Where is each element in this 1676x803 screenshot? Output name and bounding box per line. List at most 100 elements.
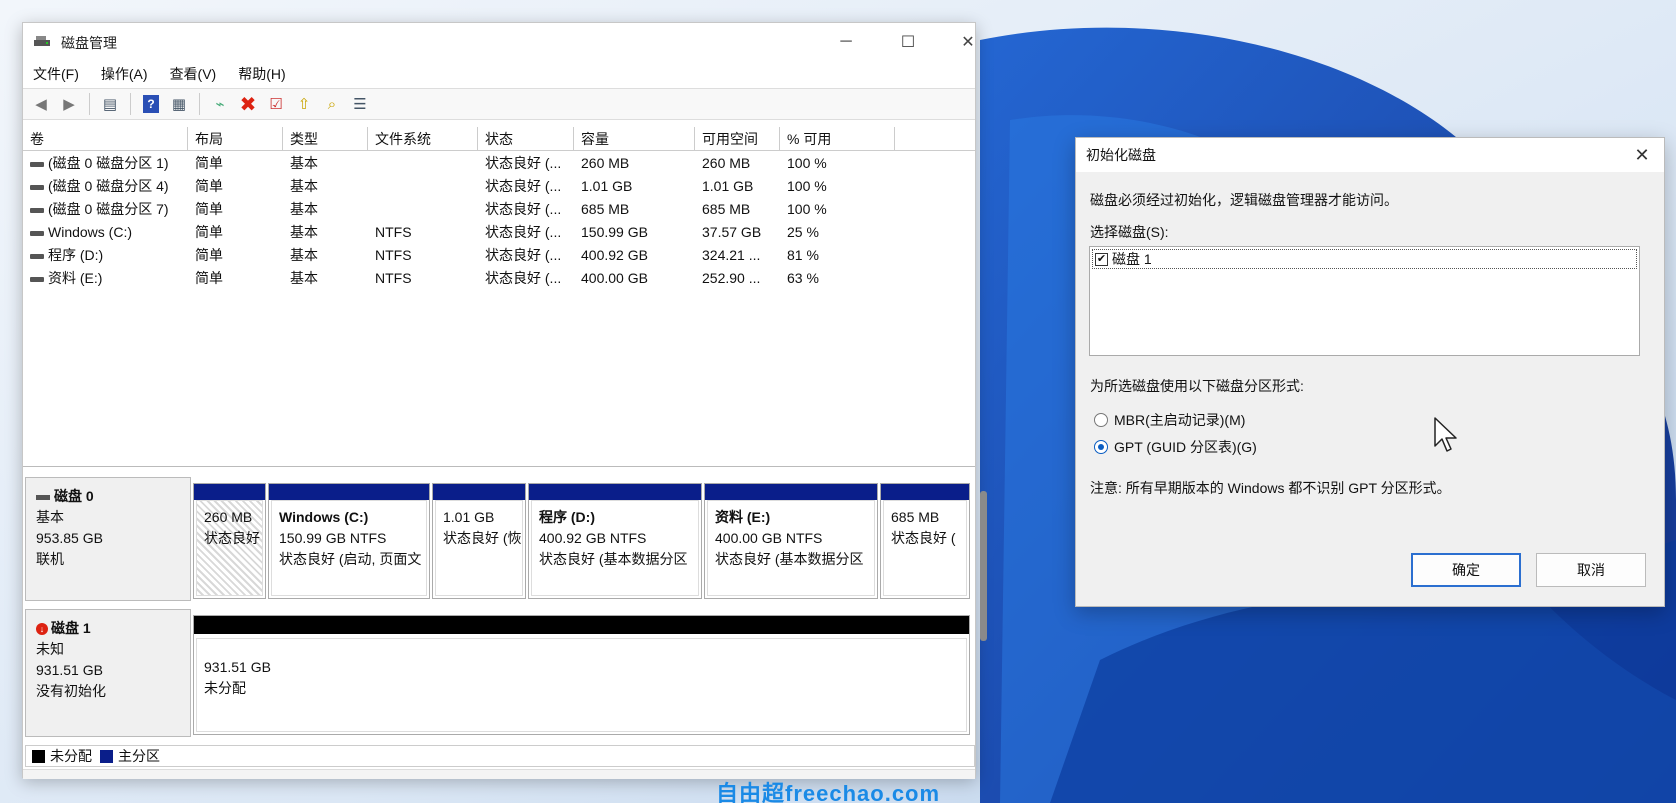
disk-0-partition-1[interactable]: 260 MB 状态良好 — [193, 483, 266, 599]
partition-size: 400.00 GB NTFS — [715, 530, 823, 546]
disk-0-partition-4[interactable]: 1.01 GB 状态良好 (恢 — [432, 483, 526, 599]
column-header-status[interactable]: 状态 — [478, 127, 574, 151]
initialize-disk-dialog: 初始化磁盘 ✕ 磁盘必须经过初始化，逻辑磁盘管理器才能访问。 选择磁盘(S): … — [1075, 137, 1665, 607]
disk-1-label[interactable]: ↓ 磁盘 1 未知 931.51 GB 没有初始化 — [25, 609, 191, 737]
help-icon[interactable]: ? — [139, 92, 163, 116]
volume-name: Windows (C:) — [48, 224, 133, 240]
toolbar-separator — [199, 93, 200, 115]
partition-size: 400.92 GB NTFS — [539, 530, 647, 546]
minimize-button[interactable]: ─ — [823, 27, 869, 57]
legend-unallocated-swatch — [32, 749, 45, 763]
gpt-radio[interactable]: GPT (GUID 分区表)(G) — [1094, 437, 1257, 457]
menu-view[interactable]: 查看(V) — [170, 64, 217, 84]
volume-filesystem: NTFS — [375, 224, 412, 240]
volume-percent-free: 100 % — [787, 178, 827, 194]
disk-management-icon — [34, 36, 50, 46]
connect-icon[interactable]: ⌁ — [208, 92, 232, 116]
partition-status: 状态良好 ( — [891, 530, 956, 546]
primary-partition-bar — [433, 484, 525, 500]
import-icon[interactable]: ⇧ — [292, 92, 316, 116]
volume-capacity: 1.01 GB — [581, 178, 633, 194]
volume-filesystem — [368, 198, 375, 221]
graph-scrollbar[interactable] — [980, 491, 987, 641]
disk-0-partition-d[interactable]: 程序 (D:) 400.92 GB NTFS 状态良好 (基本数据分区 — [528, 483, 702, 599]
list-icon[interactable]: ☰ — [348, 92, 372, 116]
volume-name: (磁盘 0 磁盘分区 4) — [48, 178, 169, 194]
disk-1-name: 磁盘 1 — [51, 620, 91, 636]
disk-0-partition-c[interactable]: Windows (C:) 150.99 GB NTFS 状态良好 (启动, 页面… — [268, 483, 430, 599]
disk-graph-view: 磁盘 0 基本 953.85 GB 联机 260 MB 状态良好 Windows… — [23, 471, 975, 741]
search-icon[interactable]: ⌕ — [320, 92, 344, 116]
disk-0-size: 953.85 GB — [36, 530, 103, 546]
properties-icon[interactable]: ▦ — [167, 92, 191, 116]
toolbar-separator — [89, 93, 90, 115]
column-header-filesystem[interactable]: 文件系统 — [368, 127, 478, 151]
disk-1-checkbox[interactable]: ✔ — [1095, 252, 1108, 266]
table-row[interactable]: (磁盘 0 磁盘分区 1) 简单 基本 状态良好 (... 260 MB 260… — [23, 152, 975, 175]
table-row[interactable]: Windows (C:) 简单 基本 NTFS 状态良好 (... 150.99… — [23, 221, 975, 244]
mbr-radio[interactable]: MBR(主启动记录)(M) — [1094, 410, 1245, 430]
column-header-layout[interactable]: 布局 — [188, 127, 283, 151]
back-icon[interactable]: ◀ — [29, 92, 53, 116]
delete-icon[interactable]: ✖ — [236, 92, 260, 116]
volume-layout: 简单 — [195, 247, 223, 263]
volume-free-space: 37.57 GB — [702, 224, 762, 240]
column-header-capacity[interactable]: 容量 — [574, 127, 695, 151]
cancel-button[interactable]: 取消 — [1536, 553, 1646, 587]
volume-capacity: 400.92 GB — [581, 247, 648, 263]
volume-layout: 简单 — [195, 201, 223, 217]
table-row[interactable]: (磁盘 0 磁盘分区 4) 简单 基本 状态良好 (... 1.01 GB 1.… — [23, 175, 975, 198]
gpt-radio-circle[interactable] — [1094, 440, 1108, 454]
ok-button[interactable]: 确定 — [1411, 553, 1521, 587]
disk-0-partition-7[interactable]: 685 MB 状态良好 ( — [880, 483, 970, 599]
volume-name: 程序 (D:) — [48, 247, 104, 263]
volume-name: (磁盘 0 磁盘分区 7) — [48, 201, 169, 217]
column-header-type[interactable]: 类型 — [283, 127, 368, 151]
primary-partition-bar — [881, 484, 969, 500]
console-tree-icon[interactable]: ▤ — [98, 92, 122, 116]
select-disk-label: 选择磁盘(S): — [1090, 224, 1169, 240]
title-bar: 磁盘管理 ─ ☐ ✕ — [23, 23, 975, 61]
volume-type: 基本 — [290, 224, 318, 240]
partition-name: 资料 (E:) — [715, 509, 771, 525]
forward-icon[interactable]: ▶ — [57, 92, 81, 116]
maximize-button[interactable]: ☐ — [885, 27, 931, 57]
watermark: 自由超freechao.com — [716, 781, 941, 803]
disk-0-state: 联机 — [36, 551, 64, 567]
mbr-radio-circle[interactable] — [1094, 413, 1108, 427]
disk-1-unallocated-space[interactable]: 931.51 GB 未分配 — [193, 615, 970, 735]
mbr-radio-label: MBR(主启动记录)(M) — [1114, 412, 1246, 428]
menu-action[interactable]: 操作(A) — [101, 64, 148, 84]
table-row[interactable]: (磁盘 0 磁盘分区 7) 简单 基本 状态良好 (... 685 MB 685… — [23, 198, 975, 221]
volume-layout: 简单 — [195, 270, 223, 286]
column-header-free-space[interactable]: 可用空间 — [695, 127, 780, 151]
dialog-title: 初始化磁盘 — [1076, 138, 1664, 172]
partition-size: 150.99 GB NTFS — [279, 530, 387, 546]
column-header-percent-free[interactable]: % 可用 — [780, 127, 895, 151]
partition-name: Windows (C:) — [279, 509, 369, 525]
partition-status: 状态良好 — [204, 530, 260, 546]
menu-file[interactable]: 文件(F) — [33, 64, 79, 84]
partition-style-label: 为所选磁盘使用以下磁盘分区形式: — [1090, 378, 1304, 394]
disk-not-initialized-icon: ↓ — [36, 623, 48, 636]
column-header-volume[interactable]: 卷 — [23, 127, 188, 151]
menu-bar: 文件(F) 操作(A) 查看(V) 帮助(H) — [23, 61, 975, 87]
disk-listbox[interactable]: ✔ 磁盘 1 — [1089, 246, 1640, 356]
volume-type: 基本 — [290, 270, 318, 286]
list-item-disk-1[interactable]: ✔ 磁盘 1 — [1092, 249, 1637, 269]
disk-0-partition-e[interactable]: 资料 (E:) 400.00 GB NTFS 状态良好 (基本数据分区 — [704, 483, 878, 599]
table-row[interactable]: 资料 (E:) 简单 基本 NTFS 状态良好 (... 400.00 GB 2… — [23, 267, 975, 290]
volume-list: 卷 布局 类型 文件系统 状态 容量 可用空间 % 可用 (磁盘 0 磁盘分区 … — [23, 127, 975, 467]
disk-management-window: 磁盘管理 ─ ☐ ✕ 文件(F) 操作(A) 查看(V) 帮助(H) ◀ ▶ ▤… — [22, 22, 987, 779]
volume-percent-free: 100 % — [787, 155, 827, 171]
table-row[interactable]: 程序 (D:) 简单 基本 NTFS 状态良好 (... 400.92 GB 3… — [23, 244, 975, 267]
menu-help[interactable]: 帮助(H) — [238, 64, 285, 84]
volume-type: 基本 — [290, 247, 318, 263]
volume-filesystem: NTFS — [375, 247, 412, 263]
close-button[interactable]: ✕ — [945, 27, 991, 57]
check-icon[interactable]: ☑ — [264, 92, 288, 116]
partition-status: 状态良好 (基本数据分区 — [715, 551, 864, 567]
dialog-close-button[interactable]: ✕ — [1630, 143, 1654, 167]
disk-0-label[interactable]: 磁盘 0 基本 953.85 GB 联机 — [25, 477, 191, 601]
volume-free-space: 252.90 ... — [702, 270, 761, 286]
